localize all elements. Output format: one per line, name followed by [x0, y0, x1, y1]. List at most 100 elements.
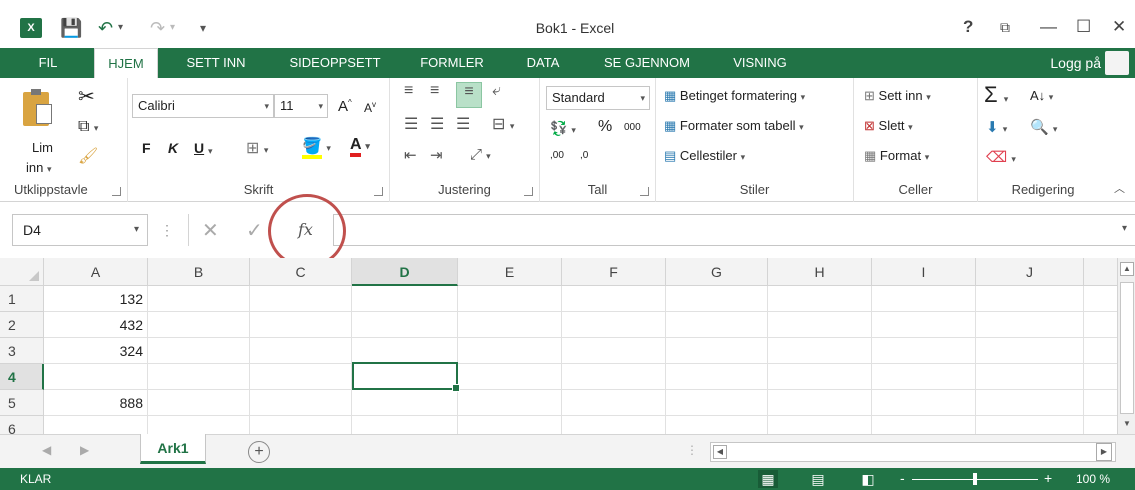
normal-view-icon[interactable]: ▦ — [758, 470, 778, 488]
confirm-entry-icon[interactable]: ✓ — [246, 218, 263, 243]
align-top-icon[interactable]: ≡ — [404, 82, 413, 100]
name-box[interactable]: D4 ▾ — [12, 214, 148, 246]
empty-cell[interactable] — [562, 312, 666, 338]
ribbon-display-options-icon[interactable]: ⧉ — [1000, 17, 1010, 37]
align-center-icon[interactable]: ☰ — [430, 114, 444, 134]
column-header-g[interactable]: G — [666, 258, 768, 286]
zoom-in-button[interactable]: + — [1044, 470, 1052, 486]
sort-filter-icon[interactable]: A↓ ▾ — [1030, 88, 1053, 103]
login-link[interactable]: Logg på — [1050, 48, 1101, 78]
fill-icon[interactable]: ⬇ ▾ — [986, 118, 1007, 136]
page-layout-view-icon[interactable]: ▤ — [808, 470, 828, 488]
empty-cell[interactable] — [666, 312, 768, 338]
user-avatar-icon[interactable] — [1105, 51, 1129, 75]
maximize-button[interactable]: ☐ — [1076, 17, 1091, 37]
horizontal-scrollbar[interactable]: ◀ — [710, 442, 1116, 462]
underline-button[interactable]: U — [194, 140, 204, 156]
empty-cell[interactable] — [768, 312, 872, 338]
empty-cell[interactable] — [666, 390, 768, 416]
zoom-level[interactable]: 100 % — [1076, 472, 1110, 486]
empty-cell[interactable] — [976, 338, 1084, 364]
tab-file[interactable]: FIL — [18, 48, 78, 78]
empty-cell[interactable] — [250, 364, 352, 390]
cut-icon[interactable]: ✂ — [78, 84, 95, 109]
comma-style-button[interactable]: 000 — [624, 122, 641, 133]
column-header-e[interactable]: E — [458, 258, 562, 286]
zoom-out-button[interactable]: - — [900, 470, 905, 486]
selected-cell-d4[interactable] — [352, 362, 460, 392]
tab-data[interactable]: DATA — [512, 48, 574, 78]
empty-cell[interactable] — [768, 364, 872, 390]
find-select-icon[interactable]: 🔍 ▾ — [1030, 118, 1057, 136]
wrap-text-icon[interactable]: ⤶ — [492, 82, 501, 100]
empty-cell[interactable] — [562, 390, 666, 416]
empty-cell[interactable] — [768, 286, 872, 312]
empty-cell[interactable] — [250, 416, 352, 434]
row-header-2[interactable]: 2 — [0, 312, 44, 338]
empty-cell[interactable] — [1084, 312, 1118, 338]
empty-cell[interactable] — [250, 286, 352, 312]
cancel-entry-icon[interactable]: ✕ — [202, 218, 219, 243]
tab-home[interactable]: HJEM — [94, 48, 158, 79]
column-header-i[interactable]: I — [872, 258, 976, 286]
format-cells-button[interactable]: ▦ Format ▾ — [864, 148, 929, 164]
increase-font-icon[interactable]: A^ — [338, 98, 352, 115]
empty-cell[interactable] — [666, 286, 768, 312]
column-header-a[interactable]: A — [44, 258, 148, 286]
decrease-indent-icon[interactable]: ⇤ — [404, 146, 417, 164]
cell-styles-button[interactable]: ▤ Cellestiler ▾ — [664, 148, 745, 164]
empty-cell[interactable] — [148, 338, 250, 364]
empty-cell[interactable] — [562, 286, 666, 312]
empty-cell[interactable] — [250, 390, 352, 416]
cell-a1[interactable]: 132 — [44, 286, 148, 312]
row-header-5[interactable]: 5 — [0, 390, 44, 416]
empty-cell[interactable] — [976, 286, 1084, 312]
page-break-view-icon[interactable]: ◧ — [858, 470, 878, 488]
tab-view[interactable]: VISNING — [720, 48, 800, 78]
close-button[interactable]: ✕ — [1112, 17, 1126, 37]
alignment-launcher-icon[interactable] — [524, 187, 533, 196]
autosum-icon[interactable]: Σ ▾ — [984, 82, 1008, 108]
insert-cells-button[interactable]: ⊞ Sett inn ▾ — [864, 88, 931, 104]
empty-cell[interactable] — [976, 390, 1084, 416]
clear-icon[interactable]: ⌫ ▾ — [986, 148, 1016, 166]
empty-cell[interactable] — [458, 338, 562, 364]
sheet-tab-ark1[interactable]: Ark1 — [140, 434, 206, 464]
cell-a2[interactable]: 432 — [44, 312, 148, 338]
empty-cell[interactable] — [1084, 364, 1118, 390]
empty-cell[interactable] — [250, 312, 352, 338]
column-header-h[interactable]: H — [768, 258, 872, 286]
empty-cell[interactable] — [666, 338, 768, 364]
formula-input[interactable]: ▾ — [333, 214, 1135, 246]
empty-cell[interactable] — [976, 416, 1084, 434]
empty-cell[interactable] — [562, 364, 666, 390]
font-name-select[interactable]: Calibri ▾ — [132, 94, 274, 118]
column-header-c[interactable]: C — [250, 258, 352, 286]
empty-cell[interactable] — [250, 338, 352, 364]
delete-cells-button[interactable]: ⊠ Slett ▾ — [864, 118, 913, 134]
font-color-icon[interactable]: A ▾ — [350, 136, 370, 157]
increase-indent-icon[interactable]: ⇥ — [430, 146, 443, 164]
empty-cell[interactable] — [1084, 416, 1118, 434]
prev-sheet-icon[interactable]: ◀ — [42, 443, 51, 457]
align-middle-icon[interactable]: ≡ — [430, 82, 439, 100]
empty-cell[interactable] — [1084, 286, 1118, 312]
empty-cell[interactable] — [872, 338, 976, 364]
fill-color-icon[interactable]: 🪣 ▾ — [302, 136, 331, 159]
empty-cell[interactable] — [148, 390, 250, 416]
column-header-f[interactable]: F — [562, 258, 666, 286]
cell-a5[interactable]: 888 — [44, 390, 148, 416]
empty-cell[interactable] — [768, 338, 872, 364]
borders-icon[interactable]: ⊞ ▾ — [246, 138, 268, 158]
zoom-slider-thumb[interactable] — [973, 473, 977, 485]
orientation-icon[interactable]: ⤢ ▾ — [470, 146, 491, 163]
spreadsheet-grid[interactable]: A B C D E F G H I J 1 2 3 4 5 6 132 432 … — [0, 258, 1135, 434]
conditional-formatting-button[interactable]: ▦ Betinget formatering ▾ — [664, 88, 805, 104]
cell-a4[interactable] — [44, 364, 148, 390]
empty-cell[interactable] — [458, 390, 562, 416]
cell-a3[interactable]: 324 — [44, 338, 148, 364]
decrease-decimal-button[interactable]: ,0 — [580, 150, 588, 161]
collapse-ribbon-icon[interactable]: ︿ — [1114, 180, 1125, 196]
empty-cell[interactable] — [872, 312, 976, 338]
empty-cell[interactable] — [458, 286, 562, 312]
